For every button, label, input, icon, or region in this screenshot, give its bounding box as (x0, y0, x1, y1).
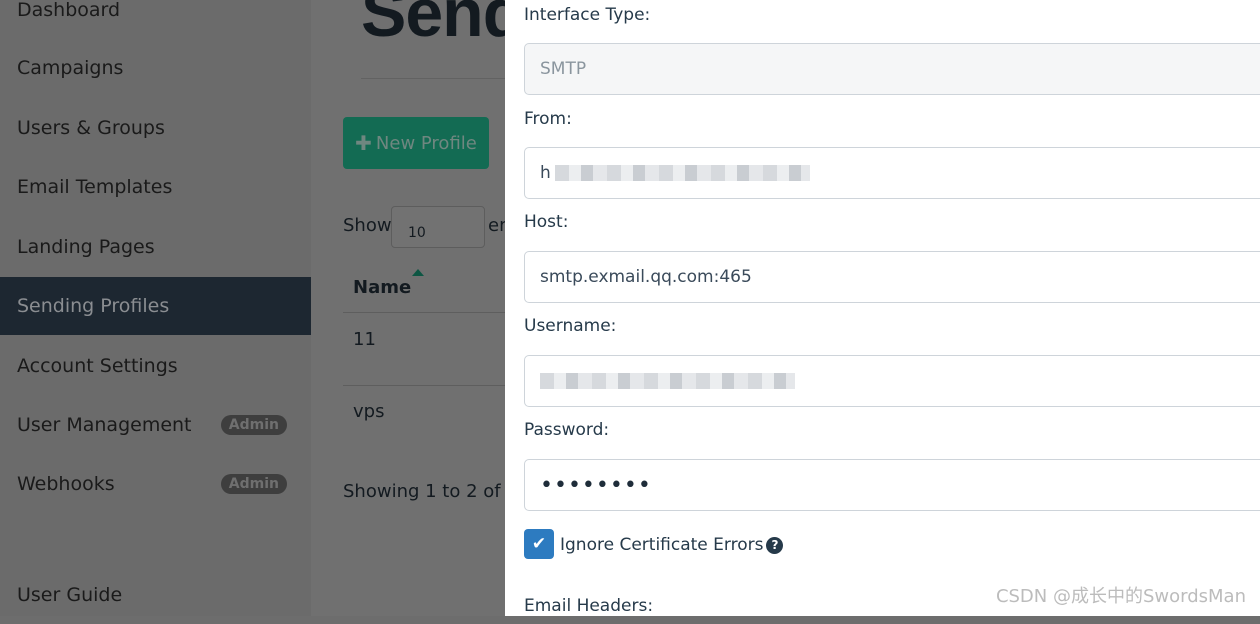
sidebar-item-label: Users & Groups (17, 117, 165, 139)
sidebar-item-label: Email Templates (17, 176, 173, 198)
sidebar-item-webhooks[interactable]: Webhooks Admin (0, 455, 311, 513)
sort-asc-icon (412, 269, 424, 276)
sidebar-item-email-templates[interactable]: Email Templates (0, 158, 311, 216)
sidebar-item-dashboard[interactable]: Dashboard (0, 0, 311, 39)
redacted-block (540, 373, 795, 389)
table-row: vps (353, 401, 385, 422)
sidebar-item-user-management[interactable]: User Management Admin (0, 396, 311, 454)
sidebar-item-label: Sending Profiles (17, 295, 170, 317)
redacted-block (554, 165, 810, 181)
sidebar-item-account-settings[interactable]: Account Settings (0, 337, 311, 395)
sidebar-item-label: User Management (17, 414, 192, 436)
sidebar-item-label: Dashboard (17, 0, 121, 21)
sidebar-item-label: Webhooks (17, 473, 115, 495)
question-circle-icon[interactable]: ? (766, 537, 784, 554)
check-icon: ✔ (531, 534, 547, 554)
admin-badge: Admin (220, 415, 287, 435)
new-profile-button[interactable]: ✚ New Profile (343, 117, 489, 169)
username-label: Username: (524, 316, 617, 336)
table-row: 11 (353, 329, 376, 350)
table-row-divider (343, 385, 513, 386)
ignore-cert-text: Ignore Certificate Errors (560, 535, 764, 555)
email-headers-label: Email Headers: (524, 596, 654, 616)
interface-type-value: SMTP (540, 59, 587, 79)
password-input[interactable]: •••••••• (524, 459, 1260, 511)
sidebar-item-label: Account Settings (17, 355, 178, 377)
username-input[interactable] (524, 355, 1260, 407)
sending-profile-modal: Interface Type: SMTP From: h Host: smtp.… (505, 0, 1260, 616)
from-value: h (540, 163, 551, 183)
sidebar-item-sending-profiles[interactable]: Sending Profiles (0, 277, 311, 335)
password-label: Password: (524, 420, 610, 440)
plus-icon: ✚ (355, 131, 372, 155)
host-input[interactable]: smtp.exmail.qq.com:465 (524, 251, 1260, 303)
sidebar-item-users-groups[interactable]: Users & Groups (0, 99, 311, 157)
from-label: From: (524, 109, 572, 129)
interface-type-label: Interface Type: (524, 5, 651, 25)
column-header-name[interactable]: Name (353, 277, 411, 298)
host-label: Host: (524, 212, 569, 232)
ignore-cert-label: Ignore Certificate Errors? (560, 535, 784, 555)
new-profile-label: New Profile (375, 132, 477, 154)
sidebar-item-campaigns[interactable]: Campaigns (0, 39, 311, 97)
from-input[interactable]: h (524, 147, 1260, 199)
password-value: •••••••• (540, 472, 652, 498)
interface-type-field: SMTP (524, 43, 1260, 95)
page-length-select[interactable]: 10 (391, 206, 485, 248)
sidebar-item-user-guide[interactable]: User Guide (0, 566, 311, 624)
title-divider (361, 78, 511, 79)
sidebar-item-label: User Guide (17, 584, 123, 606)
sidebar-item-landing-pages[interactable]: Landing Pages (0, 218, 311, 276)
sidebar: Dashboard Campaigns Users & Groups Email… (0, 0, 311, 616)
show-entries-label: Show (343, 215, 392, 236)
watermark: CSDN @成长中的SwordsMan (995, 586, 1246, 607)
sidebar-item-label: Landing Pages (17, 236, 155, 258)
admin-badge: Admin (220, 474, 287, 494)
table-header-divider (343, 312, 513, 313)
host-value: smtp.exmail.qq.com:465 (540, 267, 752, 287)
page-title: Send (361, 0, 524, 51)
ignore-cert-checkbox[interactable]: ✔ (524, 529, 554, 559)
sidebar-item-label: Campaigns (17, 57, 124, 79)
